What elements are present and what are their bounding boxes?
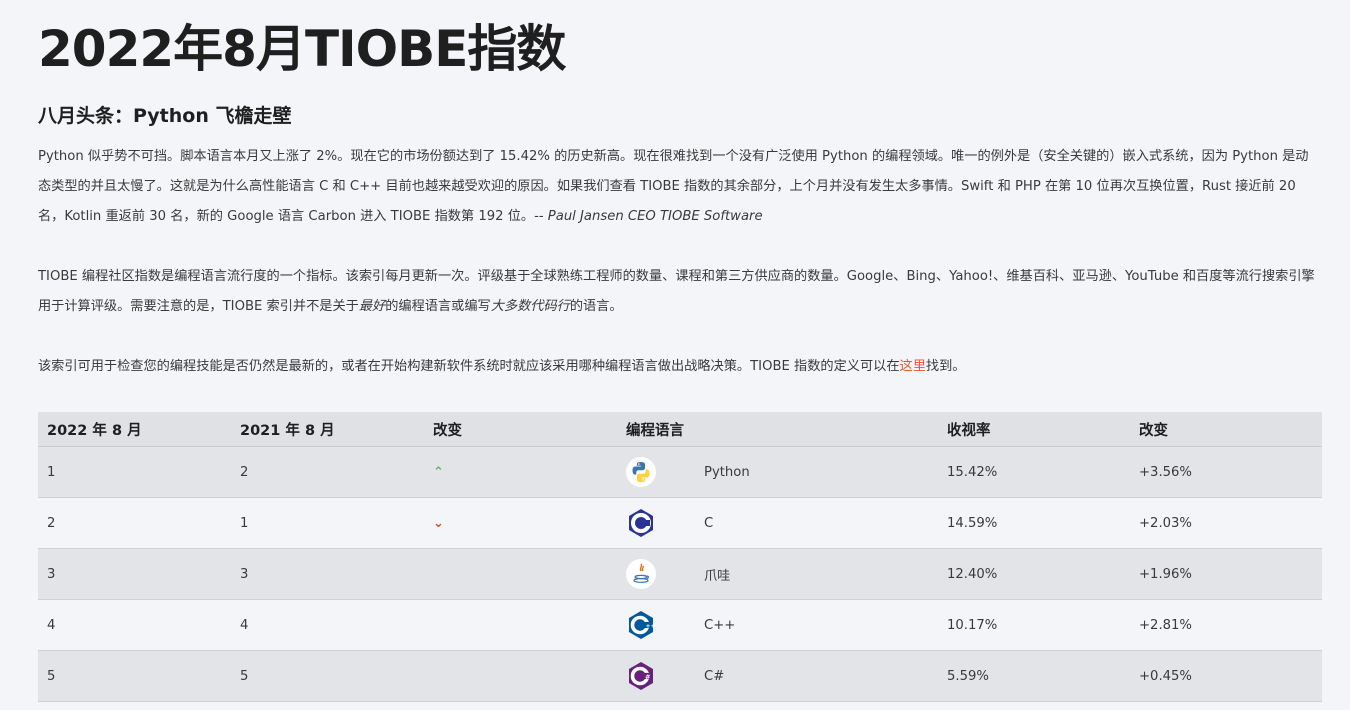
language-cell: C++	[695, 599, 938, 651]
definition-text-b: 的编程语言或编写	[385, 299, 491, 314]
c-logo-icon	[629, 509, 653, 537]
rating-cell: 15.42%	[938, 446, 1130, 498]
table-header-row: 2022 年 8 月 2021 年 8 月 改变 编程语言 收视率 改变	[38, 412, 1322, 447]
rating-change-cell: +1.96%	[1130, 548, 1322, 600]
rating-cell: 5.59%	[938, 650, 1130, 702]
rating-change-cell: +2.81%	[1130, 599, 1322, 651]
prev-rank-cell: 3	[231, 548, 424, 600]
header-current-month[interactable]: 2022 年 8 月	[38, 412, 231, 447]
table-row: 2 1 ⌄ C 14.59% +2.03%	[38, 497, 1322, 549]
rating-cell: 10.17%	[938, 599, 1130, 651]
header-language-name	[695, 412, 938, 447]
rank-cell: 5	[38, 650, 231, 702]
logo-cell	[617, 548, 695, 600]
rank-cell: 2	[38, 497, 231, 549]
header-rating[interactable]: 收视率	[938, 412, 1130, 447]
logo-cell	[617, 497, 695, 549]
page-title: 2022年8月TIOBE指数	[38, 20, 566, 78]
headline-subtitle: 八月头条：Python 飞檐走壁	[38, 105, 292, 127]
logo-cell: ++	[617, 599, 695, 651]
trend-cell	[424, 599, 617, 651]
rank-cell: 4	[38, 599, 231, 651]
language-cell: 爪哇	[695, 548, 938, 600]
logo-cell: #	[617, 650, 695, 702]
logo-cell	[617, 446, 695, 498]
header-change[interactable]: 改变	[424, 412, 617, 447]
header-rating-change[interactable]: 改变	[1130, 412, 1322, 447]
rating-change-cell: +0.45%	[1130, 650, 1322, 702]
table-row: 3 3 爪哇 12.40% +1.96%	[38, 548, 1322, 600]
csharp-logo-icon: #	[629, 662, 653, 690]
header-language[interactable]: 编程语言	[617, 412, 695, 447]
java-logo-icon	[626, 559, 656, 589]
definition-link[interactable]: 这里	[900, 359, 926, 374]
definition-paragraph: TIOBE 编程社区指数是编程语言流行度的一个指标。该索引每月更新一次。评级基于…	[38, 262, 1318, 322]
trend-down-icon: ⌄	[433, 515, 444, 531]
intro-paragraph: Python 似乎势不可挡。脚本语言本月又上涨了 2%。现在它的市场份额达到了 …	[38, 142, 1318, 232]
language-cell: Python	[695, 446, 938, 498]
language-cell: C	[695, 497, 938, 549]
table-row: 1 2 ⌃ Python 15.42% +3.56%	[38, 446, 1322, 498]
definition-emphasis-best: 最好	[358, 299, 386, 314]
definition-text-c: 的语言。	[569, 299, 623, 314]
trend-cell: ⌄	[424, 497, 617, 549]
rating-cell: 14.59%	[938, 497, 1130, 549]
cpp-logo-icon: ++	[629, 611, 656, 639]
author-quote: Paul Jansen CEO TIOBE Software	[547, 209, 763, 224]
trend-cell	[424, 650, 617, 702]
prev-rank-cell: 2	[231, 446, 424, 498]
header-previous-month[interactable]: 2021 年 8 月	[231, 412, 424, 447]
prev-rank-cell: 4	[231, 599, 424, 651]
prev-rank-cell: 5	[231, 650, 424, 702]
trend-cell	[424, 548, 617, 600]
table-row: 5 5 # C# 5.59% +0.45%	[38, 650, 1322, 702]
prev-rank-cell: 1	[231, 497, 424, 549]
ranking-table: 2022 年 8 月 2021 年 8 月 改变 编程语言 收视率 改变 1 2…	[38, 412, 1322, 702]
definition-emphasis-lines: 大多数代码行	[490, 299, 570, 314]
usage-text-a: 该索引可用于检查您的编程技能是否仍然是最新的，或者在开始构建新软件系统时就应该采…	[38, 359, 900, 374]
trend-cell: ⌃	[424, 446, 617, 498]
rating-cell: 12.40%	[938, 548, 1130, 600]
usage-text-b: 找到。	[925, 359, 966, 374]
definition-text-a: TIOBE 编程社区指数是编程语言流行度的一个指标。该索引每月更新一次。评级基于…	[38, 269, 1315, 314]
rank-cell: 1	[38, 446, 231, 498]
page: 2022年8月TIOBE指数 八月头条：Python 飞檐走壁 Python 似…	[0, 0, 1350, 710]
rank-cell: 3	[38, 548, 231, 600]
python-logo-icon	[626, 457, 656, 487]
svg-text:#: #	[645, 673, 650, 681]
rating-change-cell: +3.56%	[1130, 446, 1322, 498]
language-cell: C#	[695, 650, 938, 702]
table-row: 4 4 ++ C++ 10.17% +2.81%	[38, 599, 1322, 651]
svg-text:++: ++	[646, 623, 656, 630]
usage-paragraph: 该索引可用于检查您的编程技能是否仍然是最新的，或者在开始构建新软件系统时就应该采…	[38, 352, 1318, 382]
trend-up-icon: ⌃	[433, 464, 444, 480]
rating-change-cell: +2.03%	[1130, 497, 1322, 549]
